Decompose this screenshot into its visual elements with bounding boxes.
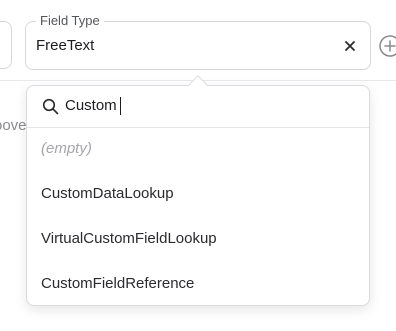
text-caret [120,97,121,115]
plus-circle-icon [379,35,396,57]
field-type-dropdown: (empty) CustomDataLookup VirtualCustomFi… [26,85,370,306]
field-type-label: Field Type [36,13,104,29]
search-icon [42,98,59,115]
background-text: oove [0,117,27,134]
add-field-button[interactable] [378,34,396,58]
previous-field[interactable] [0,21,12,69]
option-empty[interactable]: (empty) [27,127,369,171]
screen: Field Type FreeText oove (empty) CustomD… [0,0,396,331]
close-icon [345,41,355,51]
option-virtual-custom-field-lookup[interactable]: VirtualCustomFieldLookup [27,217,369,261]
option-custom-data-lookup[interactable]: CustomDataLookup [27,172,369,216]
clear-button[interactable] [340,36,360,56]
field-type-value[interactable]: FreeText [36,36,94,56]
dropdown-search-input[interactable] [65,95,345,117]
option-custom-field-reference[interactable]: CustomFieldReference [27,262,369,305]
